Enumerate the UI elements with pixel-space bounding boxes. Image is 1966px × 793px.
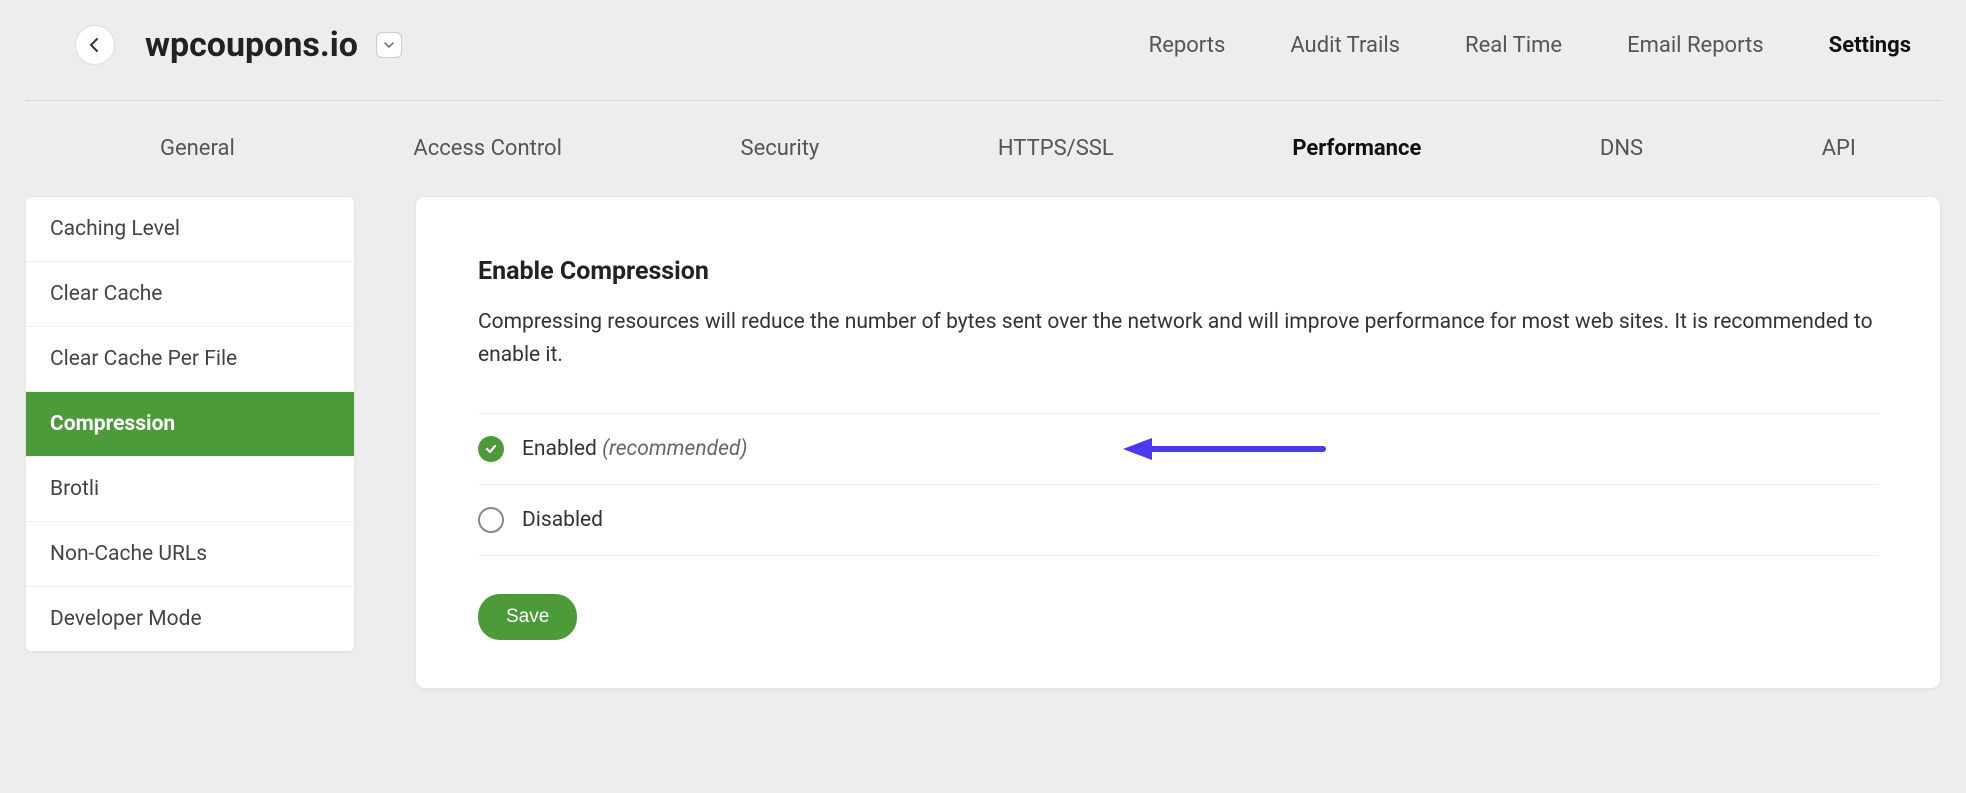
- header: wpcoupons.io Reports Audit Trails Real T…: [0, 0, 1966, 100]
- nav-reports[interactable]: Reports: [1149, 33, 1226, 58]
- sidebar-item-clear-cache[interactable]: Clear Cache: [26, 262, 354, 327]
- chevron-down-icon: [384, 42, 394, 49]
- panel-description: Compressing resources will reduce the nu…: [478, 306, 1878, 371]
- radio-checked-icon: [478, 436, 504, 462]
- sidebar-item-developer-mode[interactable]: Developer Mode: [26, 587, 354, 651]
- sidebar: Caching Level Clear Cache Clear Cache Pe…: [25, 196, 355, 652]
- site-dropdown-button[interactable]: [376, 32, 402, 58]
- check-icon: [484, 442, 498, 456]
- nav-audit-trails[interactable]: Audit Trails: [1290, 33, 1400, 58]
- tab-dns[interactable]: DNS: [1600, 136, 1643, 161]
- tab-performance[interactable]: Performance: [1292, 136, 1421, 161]
- sidebar-item-clear-cache-per-file[interactable]: Clear Cache Per File: [26, 327, 354, 392]
- option-enabled-text: Enabled: [522, 437, 597, 461]
- panel-title: Enable Compression: [478, 257, 1878, 286]
- nav-real-time[interactable]: Real Time: [1465, 33, 1562, 58]
- sidebar-item-brotli[interactable]: Brotli: [26, 457, 354, 522]
- annotation-arrow-icon: [1118, 436, 1328, 462]
- arrow-left-icon: [87, 37, 103, 53]
- settings-panel: Enable Compression Compressing resources…: [415, 196, 1941, 689]
- option-enabled-label: Enabled (recommended): [522, 437, 747, 461]
- option-enabled-hint: (recommended): [602, 437, 747, 461]
- back-button[interactable]: [75, 25, 115, 65]
- option-disabled[interactable]: Disabled: [478, 484, 1878, 556]
- site-title: wpcoupons.io: [145, 25, 358, 65]
- settings-tabs: General Access Control Security HTTPS/SS…: [0, 101, 1966, 196]
- radio-unchecked-icon: [478, 507, 504, 533]
- save-button[interactable]: Save: [478, 594, 577, 640]
- tab-security[interactable]: Security: [741, 136, 820, 161]
- tab-api[interactable]: API: [1822, 136, 1856, 161]
- nav-email-reports[interactable]: Email Reports: [1627, 33, 1764, 58]
- tab-access-control[interactable]: Access Control: [413, 136, 562, 161]
- tab-https-ssl[interactable]: HTTPS/SSL: [998, 136, 1114, 161]
- option-enabled[interactable]: Enabled (recommended): [478, 413, 1878, 484]
- nav-settings[interactable]: Settings: [1829, 33, 1911, 58]
- sidebar-item-compression[interactable]: Compression: [26, 392, 354, 457]
- tab-general[interactable]: General: [160, 136, 235, 161]
- content: Caching Level Clear Cache Clear Cache Pe…: [0, 196, 1966, 719]
- option-disabled-label: Disabled: [522, 508, 603, 532]
- sidebar-item-caching-level[interactable]: Caching Level: [26, 197, 354, 262]
- top-nav: Reports Audit Trails Real Time Email Rep…: [1149, 33, 1911, 58]
- sidebar-item-non-cache-urls[interactable]: Non-Cache URLs: [26, 522, 354, 587]
